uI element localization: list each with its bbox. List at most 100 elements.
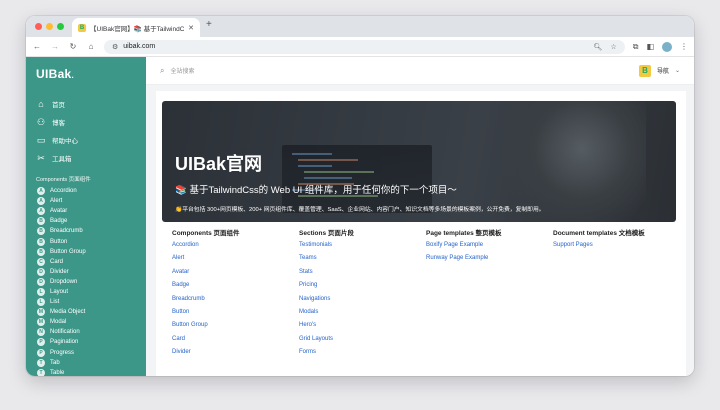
list-item[interactable]: P Progress	[26, 348, 146, 358]
browser-window: B 【UIBak官网】📚 基于TailwindC ✕ + ← → ↻ ⌂ ⚙ u…	[26, 16, 694, 376]
hero-description: 👏平台包括 300+网页模板、200+ 网页组件库、覆盖管理、SaaS、企业网站…	[175, 207, 545, 213]
tab-close-icon[interactable]: ✕	[188, 24, 194, 32]
top-bar: ⌕ 全站搜索 B 导航 ⌄	[146, 57, 694, 85]
site-favicon-icon: B	[78, 23, 86, 32]
sections-column: Sections 页面片段 Testimonials Teams Stats P…	[299, 227, 426, 363]
link-stats[interactable]: Stats	[299, 269, 426, 282]
component-list: A Accordion A Alert A Avatar B Badge B Breadc…	[26, 186, 146, 376]
letter-badge-icon: T	[37, 368, 45, 376]
link-modals[interactable]: Modals	[299, 309, 426, 322]
link-columns: Components 页面组件 Accordion Alert Avatar B…	[172, 227, 680, 363]
nav-label: 导航	[656, 69, 669, 75]
list-item[interactable]: B Breadcrumb	[26, 226, 146, 236]
document-templates-column: Document templates 文档模板 Support Pages	[553, 227, 680, 363]
link-support-pages[interactable]: Support Pages	[553, 242, 680, 255]
list-item[interactable]: L List	[26, 297, 146, 307]
link-teams[interactable]: Teams	[299, 255, 426, 268]
page-templates-column: Page templates 整页模板 Boxify Page Example …	[426, 227, 553, 363]
browser-menu-icon[interactable]: ⋮	[680, 42, 688, 51]
list-item[interactable]: T Tab	[26, 358, 146, 368]
link-button[interactable]: Button	[172, 309, 299, 322]
list-item[interactable]: A Accordion	[26, 186, 146, 196]
letter-badge-icon: T	[37, 358, 45, 367]
letter-badge-icon: N	[37, 328, 45, 337]
new-tab-button[interactable]: +	[206, 19, 212, 30]
letter-badge-icon: P	[37, 338, 45, 347]
link-testimonials[interactable]: Testimonials	[299, 242, 426, 255]
list-item[interactable]: B Badge	[26, 216, 146, 226]
list-item[interactable]: A Avatar	[26, 206, 146, 216]
browser-tab[interactable]: B 【UIBak官网】📚 基于TailwindC ✕	[72, 18, 200, 37]
home-icon: ⌂	[38, 99, 44, 109]
list-item[interactable]: N Notification	[26, 327, 146, 337]
sidebar: UIBak. ⌂ 首页 ⚇ 博客 ▭ 帮助中心 ✂ 工具箱 Components…	[26, 57, 146, 376]
link-heros[interactable]: Hero's	[299, 322, 426, 335]
list-item[interactable]: C Card	[26, 257, 146, 267]
list-item[interactable]: L Layout	[26, 287, 146, 297]
link-avatar[interactable]: Avatar	[172, 269, 299, 282]
letter-badge-icon: B	[37, 247, 45, 256]
letter-badge-icon: B	[37, 217, 45, 226]
sidebar-item-help[interactable]: ▭ 帮助中心	[26, 131, 146, 149]
link-divider[interactable]: Divider	[172, 349, 299, 362]
profile-avatar[interactable]	[662, 41, 672, 52]
sidebar-item-blog[interactable]: ⚇ 博客	[26, 113, 146, 131]
chevron-down-icon: ⌄	[674, 68, 680, 74]
home-browser-icon[interactable]: ⌂	[86, 42, 96, 51]
side-panel-icon[interactable]: ◧	[646, 42, 654, 51]
site-settings-icon[interactable]: ⚙	[112, 43, 118, 51]
link-forms[interactable]: Forms	[299, 349, 426, 362]
address-bar-row: ← → ↻ ⌂ ⚙ uibak.com 🔍︎ ☆ ⧉ ◧ ⋮	[26, 37, 694, 57]
link-pricing[interactable]: Pricing	[299, 282, 426, 295]
link-grid-layouts[interactable]: Grid Layouts	[299, 336, 426, 349]
minimize-window-button[interactable]	[46, 23, 53, 30]
reload-icon[interactable]: ↻	[68, 42, 78, 51]
sidebar-item-home[interactable]: ⌂ 首页	[26, 95, 146, 113]
list-item[interactable]: P Pagination	[26, 337, 146, 347]
search-input[interactable]: 全站搜索	[170, 66, 194, 75]
list-item[interactable]: B Button	[26, 236, 146, 246]
letter-badge-icon: L	[37, 287, 45, 296]
close-window-button[interactable]	[35, 23, 42, 30]
link-navigations[interactable]: Navigations	[299, 296, 426, 309]
bookmark-star-icon[interactable]: ☆	[610, 43, 616, 51]
sidebar-item-tools[interactable]: ✂ 工具箱	[26, 149, 146, 167]
tools-icon: ✂	[37, 152, 45, 163]
link-badge[interactable]: Badge	[172, 282, 299, 295]
back-icon[interactable]: ←	[32, 42, 42, 51]
search-icon[interactable]: ⌕	[160, 66, 164, 76]
list-item[interactable]: D Divider	[26, 267, 146, 277]
sidebar-section-label: Components 页面组件	[36, 177, 91, 183]
list-item[interactable]: M Modal	[26, 317, 146, 327]
letter-badge-icon: D	[37, 267, 45, 276]
zoom-icon[interactable]: 🔍︎	[594, 43, 603, 51]
nav-dropdown[interactable]: B 导航 ⌄	[638, 64, 680, 77]
letter-badge-icon: L	[37, 298, 45, 307]
link-breadcrumb[interactable]: Breadcrumb	[172, 296, 299, 309]
forward-icon[interactable]: →	[50, 42, 60, 51]
letter-badge-icon: M	[37, 308, 45, 317]
list-item[interactable]: D Dropdown	[26, 277, 146, 287]
main-area: ⌕ 全站搜索 B 导航 ⌄ UIBak官网 📚 基于TailwindCss的 W…	[146, 57, 694, 376]
link-card[interactable]: Card	[172, 336, 299, 349]
link-button-group[interactable]: Button Group	[172, 322, 299, 335]
site-favicon-icon: B	[638, 64, 651, 77]
hero-subtitle: 📚 基于TailwindCss的 Web UI 组件库，用于任何你的下一个项目～	[175, 185, 457, 196]
url-text: uibak.com	[123, 43, 156, 50]
link-boxify-page[interactable]: Boxify Page Example	[426, 242, 553, 255]
site-logo[interactable]: UIBak.	[26, 63, 146, 95]
letter-badge-icon: B	[37, 227, 45, 236]
link-alert[interactable]: Alert	[172, 255, 299, 268]
users-icon: ⚇	[36, 116, 46, 127]
list-item[interactable]: T Table	[26, 368, 146, 376]
letter-badge-icon: P	[37, 348, 45, 357]
letter-badge-icon: D	[37, 277, 45, 286]
list-item[interactable]: M Media Object	[26, 307, 146, 317]
extensions-icon[interactable]: ⧉	[633, 42, 639, 52]
list-item[interactable]: B Button Group	[26, 247, 146, 257]
maximize-window-button[interactable]	[57, 23, 64, 30]
url-bar[interactable]: ⚙ uibak.com 🔍︎ ☆	[104, 39, 625, 54]
link-accordion[interactable]: Accordion	[172, 242, 299, 255]
list-item[interactable]: A Alert	[26, 196, 146, 206]
link-runway-page[interactable]: Runway Page Example	[426, 255, 553, 268]
